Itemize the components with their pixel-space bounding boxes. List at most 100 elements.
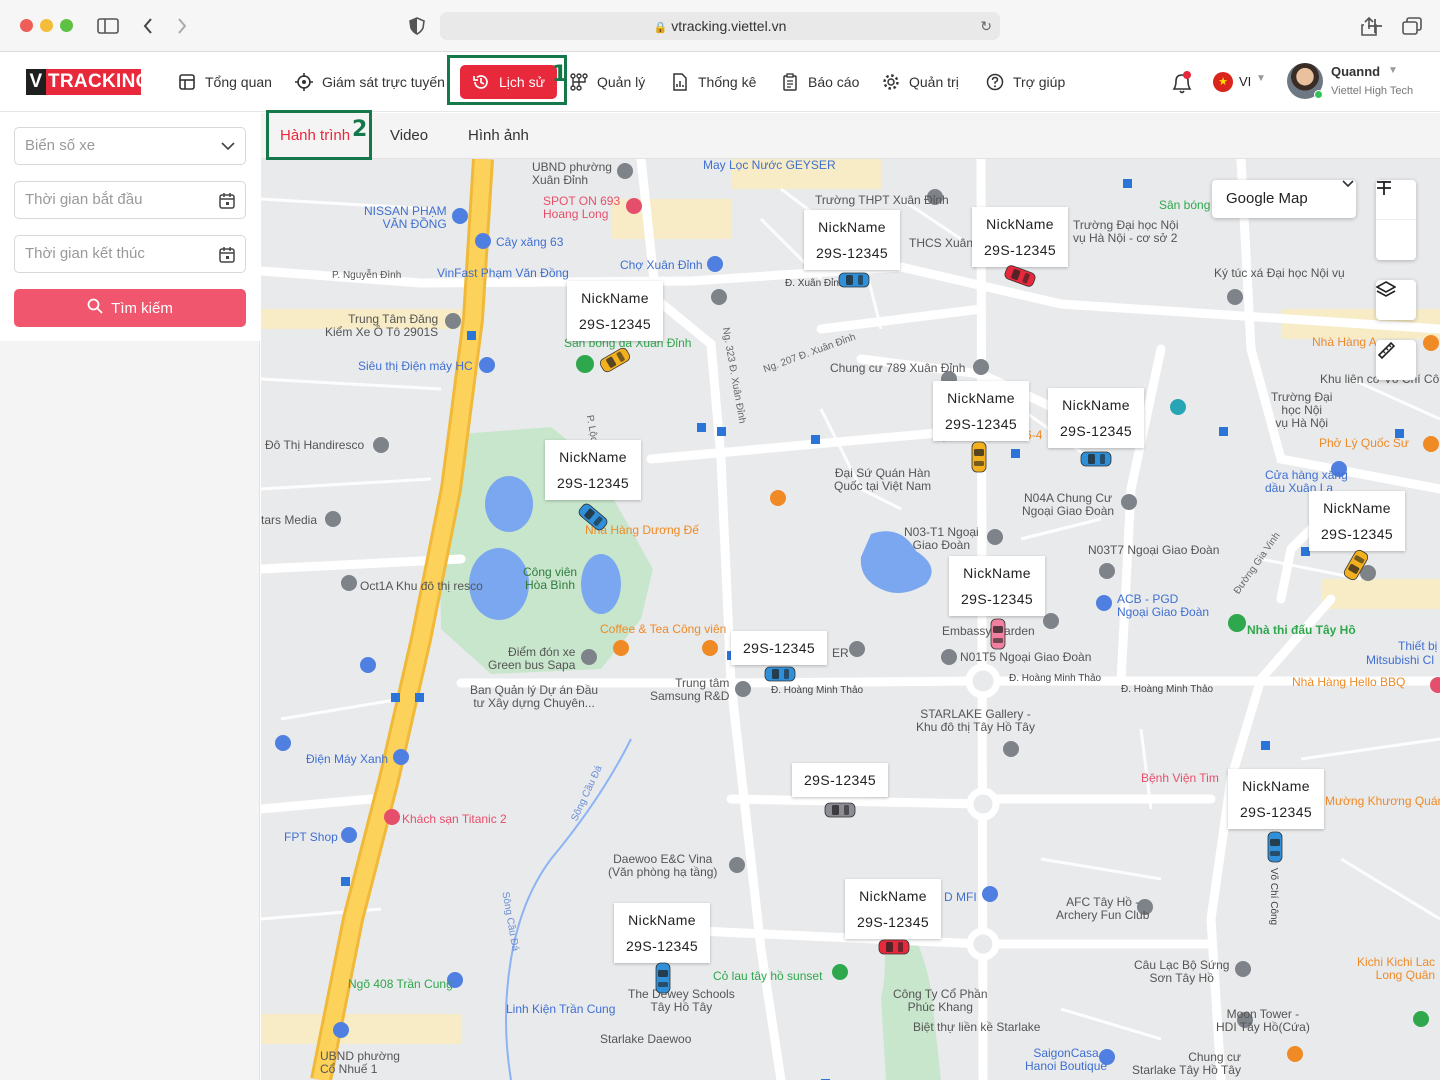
zoom-in-button[interactable]	[1376, 180, 1416, 220]
nav-reports[interactable]: Báo cáo	[781, 52, 859, 112]
map-place-label: UBND phường Xuân Đỉnh	[532, 160, 612, 187]
vehicle-label[interactable]: NickName 29S-12345	[949, 556, 1046, 616]
map-road-label: Võ Chí Công	[1268, 867, 1280, 926]
nav-admin-label: Quản trị	[909, 74, 959, 90]
measure-button[interactable]	[1376, 340, 1416, 380]
vehicle-label[interactable]: NickName 29S-12345	[1309, 491, 1406, 551]
map-place-label: Ngõ 408 Trần Cung	[348, 977, 453, 991]
map-place-label: Đô Thị Handiresco	[265, 438, 365, 452]
vehicle-car-icon[interactable]	[1267, 831, 1283, 863]
history-tabs: Hành trình Video Hình ảnh	[261, 113, 1440, 159]
vehicle-label[interactable]: NickName 29S-12345	[804, 210, 901, 270]
map-view[interactable]: UBND phường Xuân Đỉnh SPOT ON 693 Hoang Lo…	[261, 159, 1440, 1080]
map-place-label: Thiết bị	[1398, 639, 1438, 653]
map-place-label: N03-T1 Ngoại Giao Đoàn	[904, 525, 979, 552]
map-place-label: Starlake Daewoo	[600, 1032, 692, 1046]
vehicle-car-icon[interactable]	[655, 962, 671, 994]
search-button[interactable]: Tìm kiếm	[14, 289, 246, 327]
vehicle-label[interactable]: NickName 29S-12345	[972, 207, 1069, 267]
vehicle-plate: 29S-12345	[579, 316, 652, 332]
vehicle-car-icon[interactable]	[764, 666, 796, 682]
annotation-box-history	[447, 55, 567, 105]
nav-help[interactable]: Trợ giúp	[986, 52, 1065, 112]
vehicle-nickname: NickName	[963, 565, 1031, 581]
vehicle-label[interactable]: NickName 29S-12345	[614, 903, 711, 963]
user-menu-chevron-icon[interactable]: ▼	[1388, 65, 1398, 76]
map-place-label: Đại Sứ Quán Hàn Quốc tại Việt Nam	[834, 466, 932, 493]
sidebar-toggle-icon[interactable]	[96, 14, 120, 38]
vehicle-nickname: NickName	[986, 216, 1054, 232]
map-place-label: Nhà Hàng A	[1312, 335, 1377, 349]
map-place-label: SaigonCasa Hanoi Boutique	[1025, 1046, 1108, 1073]
start-time-field[interactable]: Thời gian bắt đầu	[14, 181, 246, 219]
back-icon[interactable]	[136, 14, 160, 38]
vehicle-plate: 29S-12345	[1240, 804, 1313, 820]
tab-video[interactable]: Video	[390, 113, 428, 159]
chevron-down-icon[interactable]: ▼	[1256, 73, 1266, 84]
nav-live-monitoring[interactable]: Giám sát trực tuyến	[295, 52, 445, 112]
vehicle-car-icon[interactable]	[1080, 451, 1112, 467]
map-type-select[interactable]: Google Map	[1212, 180, 1356, 218]
vehicle-label[interactable]: NickName 29S-12345	[845, 879, 942, 939]
notification-bell-icon[interactable]	[1170, 70, 1194, 101]
reload-icon[interactable]: ↻	[980, 12, 992, 40]
close-window-button[interactable]	[20, 19, 33, 32]
shield-icon[interactable]	[405, 14, 429, 38]
vehicle-plate: 29S-12345	[743, 640, 816, 656]
vehicle-label[interactable]: NickName 29S-12345	[567, 281, 664, 341]
nav-management[interactable]: Quản lý	[570, 52, 645, 112]
map-place-label: Điểm đón xe Green bus Sapa	[488, 645, 576, 672]
map-place-label: Chung cư Starlake Tây Hồ Tây	[1132, 1050, 1241, 1077]
map-place-label: D MFI	[944, 890, 977, 904]
vehicle-car-icon[interactable]	[838, 272, 870, 288]
plate-select[interactable]: Biển số xe	[14, 127, 246, 165]
nav-admin[interactable]: Quản trị	[882, 52, 959, 112]
user-name[interactable]: Quannd	[1331, 64, 1380, 79]
layers-button[interactable]	[1376, 280, 1416, 320]
vehicle-label[interactable]: 29S-12345	[731, 631, 828, 665]
forward-icon[interactable]	[170, 14, 194, 38]
map-place-label: Trung tâm Samsung R&D	[650, 676, 730, 703]
language-selector[interactable]: VI	[1239, 74, 1251, 89]
zoom-out-button[interactable]	[1376, 181, 1416, 260]
vehicle-label[interactable]: NickName 29S-12345	[1228, 769, 1325, 829]
calendar-icon[interactable]	[219, 182, 235, 218]
address-bar[interactable]: 🔒 vtracking.viettel.vn ↻	[440, 12, 1000, 40]
map-place-label: Linh Kiện Trần Cung	[506, 1002, 616, 1016]
vehicle-nickname: NickName	[947, 390, 1015, 406]
map-place-label: N04A Chung Cư Ngoại Giao Đoàn	[1022, 491, 1115, 518]
calendar-icon[interactable]	[219, 236, 235, 272]
map-place-label: THCS Xuân	[909, 236, 974, 250]
crosshair-icon	[295, 73, 313, 91]
vehicle-plate: 29S-12345	[1060, 423, 1133, 439]
vtracking-logo[interactable]: V TRACKING	[26, 69, 150, 95]
end-time-field[interactable]: Thời gian kết thúc	[14, 235, 246, 273]
tab-overview-icon[interactable]	[1400, 14, 1424, 38]
vehicle-plate: 29S-12345	[857, 914, 930, 930]
search-icon	[87, 298, 103, 318]
new-tab-icon[interactable]	[1363, 14, 1387, 38]
vehicle-label[interactable]: 29S-12345	[792, 763, 889, 797]
nav-reports-label: Báo cáo	[808, 74, 860, 90]
map-place-label: Cây xăng 63	[496, 235, 564, 249]
map-place-label: Khách sạn Titanic 2	[402, 812, 507, 826]
vehicle-label[interactable]: NickName 29S-12345	[933, 381, 1030, 441]
map-place-label: Embassy Garden	[942, 624, 1035, 638]
vehicle-label[interactable]: NickName 29S-12345	[545, 440, 642, 500]
map-place-label: Daewoo E&C Vina (Văn phòng hạ tầng)	[608, 852, 718, 879]
nav-overview[interactable]: Tổng quan	[178, 52, 272, 112]
nav-overview-label: Tổng quan	[205, 74, 272, 90]
vehicle-label[interactable]: NickName 29S-12345	[1048, 388, 1145, 448]
vehicle-car-icon[interactable]	[878, 939, 910, 955]
vehicle-car-icon[interactable]	[971, 441, 987, 473]
minimize-window-button[interactable]	[40, 19, 53, 32]
vehicle-car-icon[interactable]	[824, 802, 856, 818]
vehicle-nickname: NickName	[1242, 778, 1310, 794]
tab-images[interactable]: Hình ảnh	[468, 113, 529, 159]
vehicle-car-icon[interactable]	[990, 618, 1006, 650]
map-place-label: Sân bóng	[1159, 198, 1211, 212]
maximize-window-button[interactable]	[60, 19, 73, 32]
end-time-placeholder: Thời gian kết thúc	[25, 245, 145, 262]
nav-statistics[interactable]: Thống kê	[671, 52, 756, 112]
map-place-label: Moon Tower - HDI Tây Hồ(Cứa)	[1216, 1007, 1310, 1034]
